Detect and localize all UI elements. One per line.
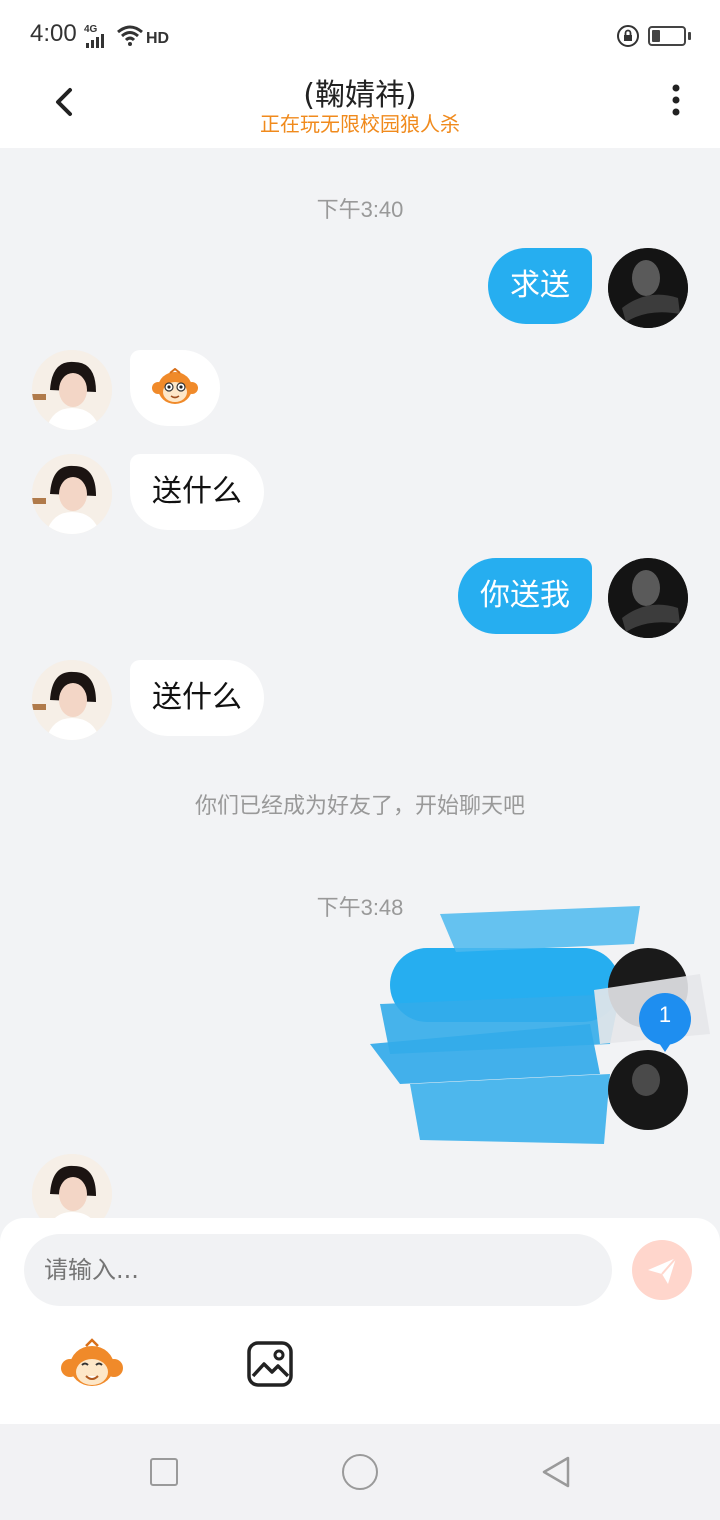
message-input[interactable] bbox=[24, 1234, 612, 1306]
contact-avatar[interactable] bbox=[32, 454, 112, 534]
image-icon[interactable] bbox=[246, 1340, 294, 1388]
self-avatar[interactable] bbox=[608, 558, 688, 638]
more-vertical-icon[interactable] bbox=[660, 80, 692, 124]
contact-avatar[interactable] bbox=[32, 1154, 112, 1220]
back-triangle-icon[interactable] bbox=[538, 1454, 574, 1490]
wifi-icon bbox=[117, 25, 143, 46]
message-bubble-other[interactable]: 送什么 bbox=[130, 454, 264, 530]
chat-area[interactable]: 下午3:40 求送 送什么 你送我 送什么 你们已经成为好友了，开始聊天吧 下午… bbox=[0, 148, 720, 1220]
send-button[interactable] bbox=[632, 1240, 692, 1300]
battery-icon bbox=[648, 26, 686, 46]
message-bubble-other[interactable] bbox=[130, 350, 220, 426]
message-bubble-self[interactable]: 你送我 bbox=[458, 558, 592, 634]
rotation-lock-icon bbox=[617, 25, 639, 47]
contact-avatar[interactable] bbox=[32, 350, 112, 430]
contact-status: 正在玩无限校园狼人杀 bbox=[260, 112, 460, 136]
time-divider: 下午3:40 bbox=[316, 197, 404, 222]
input-panel bbox=[0, 1218, 720, 1424]
status-bar: 4:00 4G HD bbox=[0, 0, 720, 70]
self-avatar[interactable] bbox=[608, 248, 688, 328]
contact-avatar[interactable] bbox=[32, 660, 112, 740]
battery-tip bbox=[688, 32, 691, 40]
monkey-face-icon bbox=[152, 368, 198, 404]
status-time: 4:00 bbox=[30, 20, 77, 47]
send-icon bbox=[648, 1257, 677, 1284]
home-icon[interactable] bbox=[342, 1454, 378, 1490]
message-bubble-self[interactable]: 求送 bbox=[488, 248, 592, 324]
message-bubble-other[interactable]: 送什么 bbox=[130, 660, 264, 736]
system-navigation-bar bbox=[0, 1424, 720, 1520]
hd-indicator: HD bbox=[146, 30, 170, 47]
unread-badge[interactable]: 1 bbox=[638, 992, 692, 1052]
signal-icon bbox=[86, 34, 104, 48]
unread-count: 1 bbox=[658, 1002, 672, 1027]
monkey-emoji-icon[interactable] bbox=[60, 1338, 124, 1390]
chat-header: (鞠婧祎) 正在玩无限校园狼人杀 bbox=[0, 70, 720, 148]
recent-apps-icon[interactable] bbox=[150, 1458, 178, 1486]
friend-added-notice: 你们已经成为好友了，开始聊天吧 bbox=[194, 794, 525, 819]
